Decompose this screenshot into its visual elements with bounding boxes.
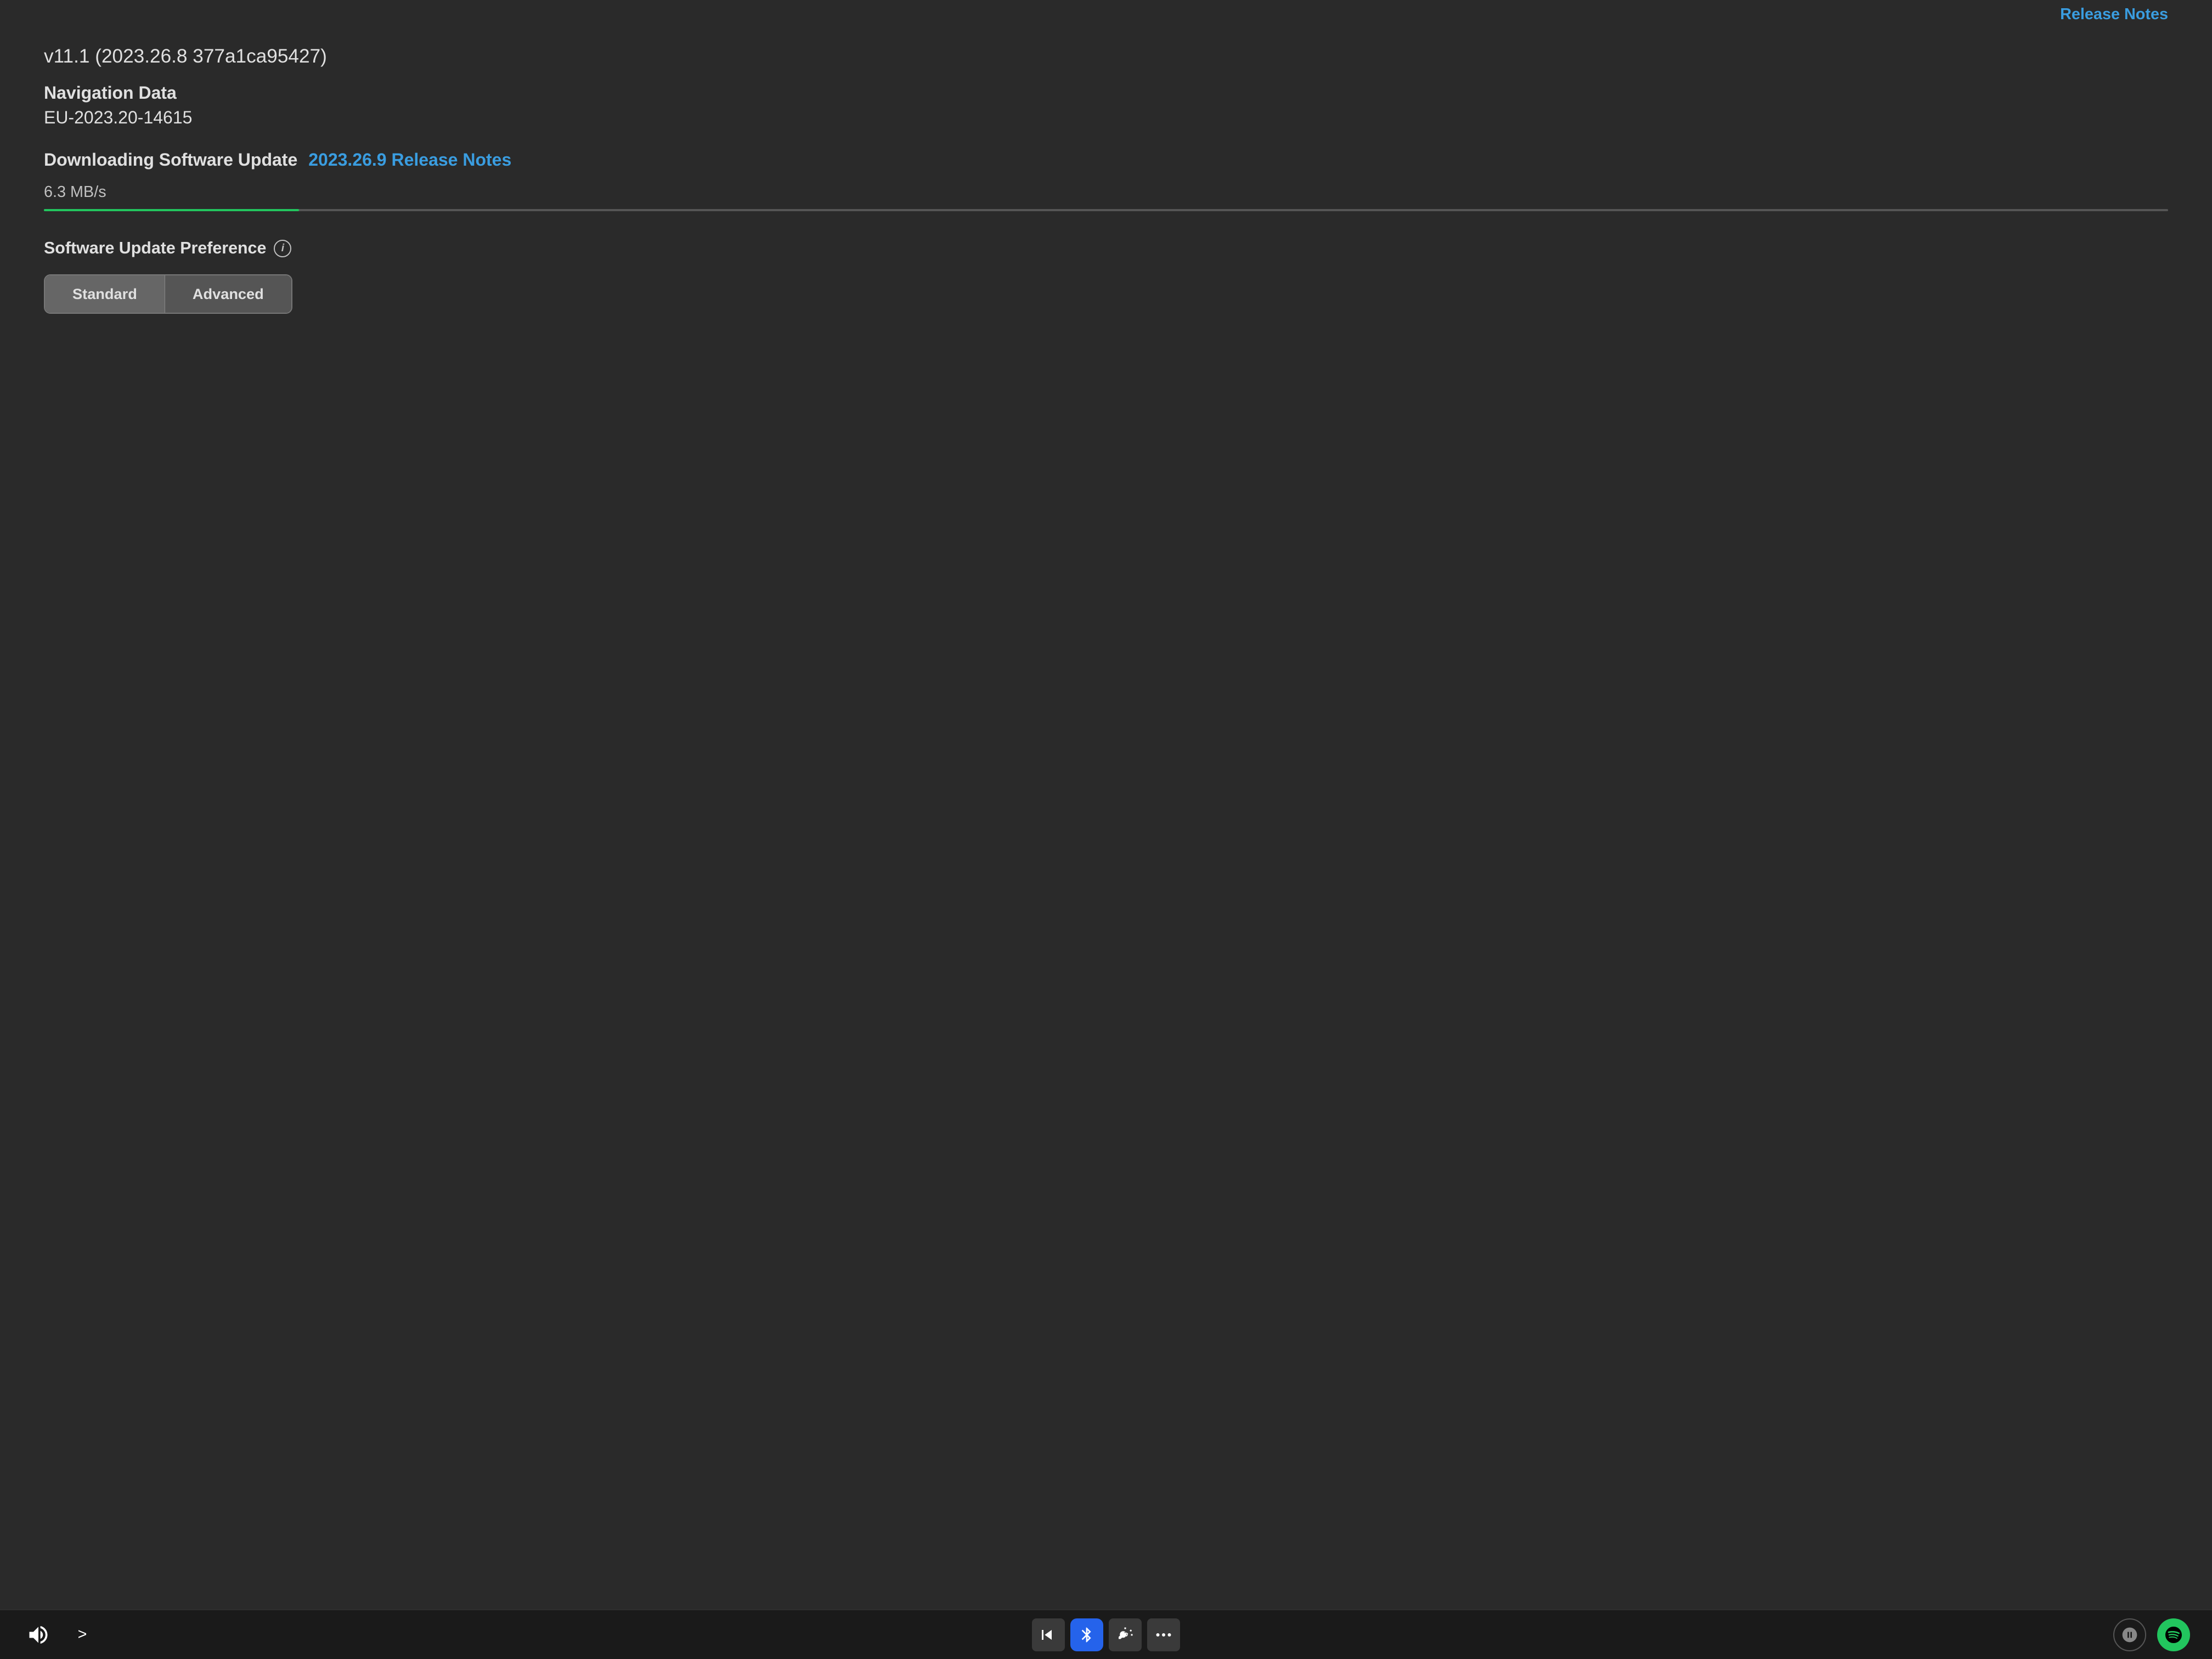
advanced-button[interactable]: Advanced	[165, 275, 291, 313]
preference-row: Software Update Preference i	[44, 239, 2168, 258]
media-play-icon[interactable]	[1032, 1618, 1065, 1651]
preference-label: Software Update Preference	[44, 239, 266, 258]
speed-text: 6.3 MB/s	[44, 183, 2168, 201]
progress-container	[44, 209, 2168, 211]
nav-data-value: EU-2023.20-14615	[44, 108, 2168, 128]
taskbar-left: >	[22, 1618, 99, 1651]
bluetooth-icon[interactable]	[1070, 1618, 1103, 1651]
taskbar-center	[1032, 1618, 1180, 1651]
camera-icon[interactable]	[2113, 1618, 2146, 1651]
downloading-label: Downloading Software Update	[44, 150, 297, 170]
taskbar: >	[0, 1610, 2212, 1659]
taskbar-right	[2113, 1618, 2190, 1651]
main-content: v11.1 (2023.26.8 377a1ca95427) Navigatio…	[0, 24, 2212, 1610]
version-text: v11.1 (2023.26.8 377a1ca95427)	[44, 46, 2168, 67]
release-notes-link[interactable]: 2023.26.9 Release Notes	[308, 150, 511, 170]
chevron-right-icon[interactable]: >	[66, 1618, 99, 1651]
standard-button[interactable]: Standard	[45, 275, 165, 313]
volume-icon[interactable]	[22, 1618, 55, 1651]
update-preference-buttons: Standard Advanced	[44, 274, 292, 314]
gauge-icon[interactable]	[1109, 1618, 1142, 1651]
release-notes-top-partial[interactable]: Release Notes	[2060, 5, 2168, 24]
info-icon[interactable]: i	[274, 240, 291, 257]
progress-bar	[44, 209, 299, 211]
dots-icon[interactable]	[1147, 1618, 1180, 1651]
top-bar: Release Notes	[0, 0, 2212, 24]
downloading-row: Downloading Software Update 2023.26.9 Re…	[44, 150, 2168, 170]
spotify-icon[interactable]	[2157, 1618, 2190, 1651]
nav-data-label: Navigation Data	[44, 83, 2168, 103]
